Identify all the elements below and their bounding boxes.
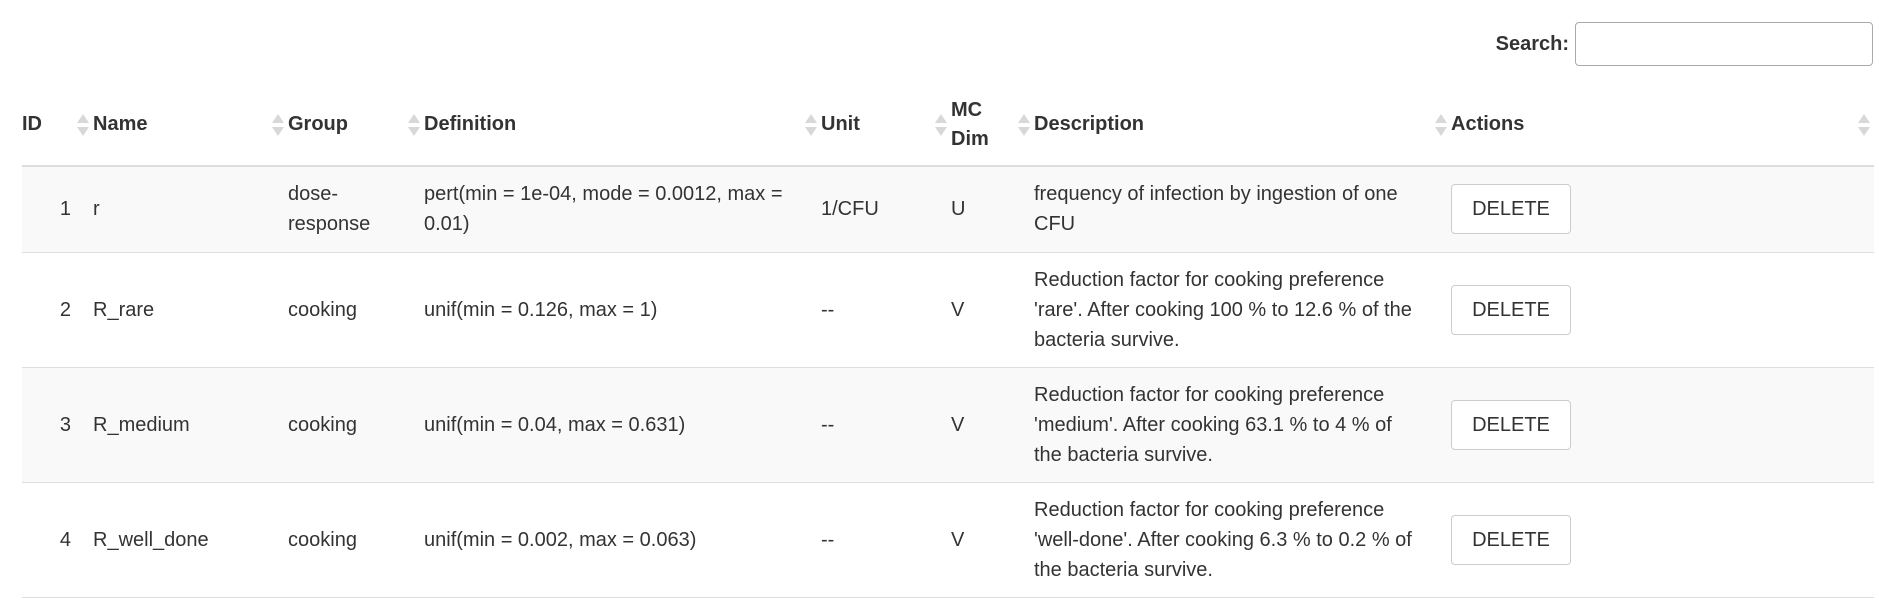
cell-name: R_well_done <box>93 482 288 598</box>
cell-name: r <box>93 166 288 253</box>
cell-id: 4 <box>22 482 93 598</box>
cell-definition: unif(min = 0.04, max = 0.631) <box>424 367 821 483</box>
sort-icon <box>1858 112 1870 138</box>
parameters-table: ID Name Group Definition Unit MC Dim Des… <box>22 84 1874 598</box>
cell-id: 1 <box>22 166 93 253</box>
column-header-label: Group <box>288 113 348 135</box>
column-header-id[interactable]: ID <box>22 84 93 167</box>
column-header-label: Definition <box>424 113 517 135</box>
sort-icon <box>408 112 420 138</box>
column-header-actions[interactable]: Actions <box>1451 84 1874 167</box>
delete-button[interactable]: DELETE <box>1451 284 1571 335</box>
cell-group: dose-response <box>288 166 424 253</box>
table-row: 3 R_medium cooking unif(min = 0.04, max … <box>22 367 1874 483</box>
sort-icon <box>805 112 817 138</box>
cell-actions: DELETE <box>1451 482 1874 598</box>
sort-icon <box>77 112 89 138</box>
cell-id: 3 <box>22 367 93 483</box>
cell-description: Reduction factor for cooking preference … <box>1034 367 1451 483</box>
column-header-description[interactable]: Description <box>1034 84 1451 167</box>
cell-group: cooking <box>288 367 424 483</box>
column-header-label: Name <box>93 113 148 135</box>
column-header-mc-dim[interactable]: MC Dim <box>951 84 1034 167</box>
cell-name: R_medium <box>93 367 288 483</box>
column-header-label: Description <box>1034 113 1145 135</box>
column-header-label: Actions <box>1451 113 1525 135</box>
cell-description: Reduction factor for cooking preference … <box>1034 482 1451 598</box>
cell-actions: DELETE <box>1451 252 1874 368</box>
table-row: 2 R_rare cooking unif(min = 0.126, max =… <box>22 252 1874 368</box>
cell-unit: -- <box>821 252 951 368</box>
cell-definition: pert(min = 1e-04, mode = 0.0012, max = 0… <box>424 166 821 253</box>
sort-icon <box>935 112 947 138</box>
cell-mc-dim: V <box>951 482 1034 598</box>
header-row: ID Name Group Definition Unit MC Dim Des… <box>22 84 1874 167</box>
table-row: 4 R_well_done cooking unif(min = 0.002, … <box>22 482 1874 598</box>
cell-description: frequency of infection by ingestion of o… <box>1034 166 1451 253</box>
column-header-name[interactable]: Name <box>93 84 288 167</box>
sort-icon <box>272 112 284 138</box>
cell-description: Reduction factor for cooking preference … <box>1034 252 1451 368</box>
cell-actions: DELETE <box>1451 166 1874 253</box>
cell-id: 2 <box>22 252 93 368</box>
cell-group: cooking <box>288 252 424 368</box>
sort-icon <box>1018 112 1030 138</box>
column-header-definition[interactable]: Definition <box>424 84 821 167</box>
cell-definition: unif(min = 0.126, max = 1) <box>424 252 821 368</box>
delete-button[interactable]: DELETE <box>1451 399 1571 450</box>
search-input[interactable] <box>1575 22 1873 66</box>
cell-unit: -- <box>821 482 951 598</box>
cell-unit: 1/CFU <box>821 166 951 253</box>
column-header-group[interactable]: Group <box>288 84 424 167</box>
table-row: 1 r dose-response pert(min = 1e-04, mode… <box>22 166 1874 253</box>
column-header-label: MC Dim <box>951 98 989 150</box>
cell-name: R_rare <box>93 252 288 368</box>
column-header-label: ID <box>22 113 42 135</box>
cell-unit: -- <box>821 367 951 483</box>
cell-mc-dim: V <box>951 252 1034 368</box>
delete-button[interactable]: DELETE <box>1451 514 1571 565</box>
search-bar: Search: <box>1496 22 1873 66</box>
column-header-label: Unit <box>821 113 860 135</box>
search-label: Search: <box>1495 32 1569 55</box>
column-header-unit[interactable]: Unit <box>821 84 951 167</box>
delete-button[interactable]: DELETE <box>1451 184 1571 235</box>
sort-icon <box>1435 112 1447 138</box>
cell-mc-dim: U <box>951 166 1034 253</box>
cell-mc-dim: V <box>951 367 1034 483</box>
cell-definition: unif(min = 0.002, max = 0.063) <box>424 482 821 598</box>
cell-actions: DELETE <box>1451 367 1874 483</box>
cell-group: cooking <box>288 482 424 598</box>
